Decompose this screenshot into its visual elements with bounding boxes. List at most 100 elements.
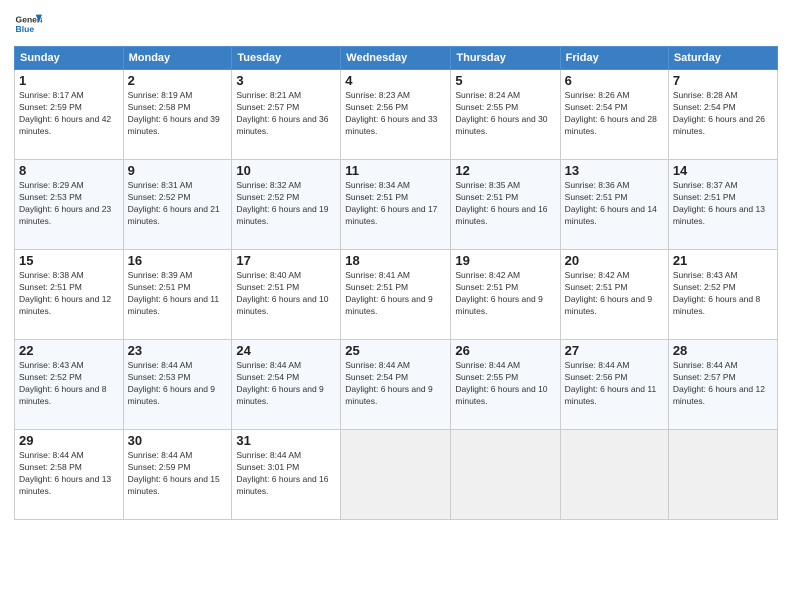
- day-number: 12: [455, 163, 555, 178]
- sunset-label: Sunset: 2:57 PM: [236, 102, 299, 112]
- daylight-label: Daylight: 6 hours and 9 minutes.: [128, 384, 215, 406]
- day-info: Sunrise: 8:21 AM Sunset: 2:57 PM Dayligh…: [236, 90, 336, 138]
- sunset-label: Sunset: 2:51 PM: [565, 282, 628, 292]
- calendar-cell: 14 Sunrise: 8:37 AM Sunset: 2:51 PM Dayl…: [668, 160, 777, 250]
- calendar-cell: 8 Sunrise: 8:29 AM Sunset: 2:53 PM Dayli…: [15, 160, 124, 250]
- sunrise-label: Sunrise: 8:44 AM: [236, 360, 301, 370]
- sunset-label: Sunset: 2:51 PM: [345, 192, 408, 202]
- day-number: 14: [673, 163, 773, 178]
- daylight-label: Daylight: 6 hours and 8 minutes.: [673, 294, 760, 316]
- day-number: 15: [19, 253, 119, 268]
- day-info: Sunrise: 8:29 AM Sunset: 2:53 PM Dayligh…: [19, 180, 119, 228]
- sunset-label: Sunset: 2:52 PM: [236, 192, 299, 202]
- sunrise-label: Sunrise: 8:34 AM: [345, 180, 410, 190]
- sunrise-label: Sunrise: 8:21 AM: [236, 90, 301, 100]
- calendar-cell: 17 Sunrise: 8:40 AM Sunset: 2:51 PM Dayl…: [232, 250, 341, 340]
- sunrise-label: Sunrise: 8:17 AM: [19, 90, 84, 100]
- sunset-label: Sunset: 2:58 PM: [128, 102, 191, 112]
- sunset-label: Sunset: 2:54 PM: [673, 102, 736, 112]
- daylight-label: Daylight: 6 hours and 9 minutes.: [236, 384, 323, 406]
- day-info: Sunrise: 8:40 AM Sunset: 2:51 PM Dayligh…: [236, 270, 336, 318]
- day-info: Sunrise: 8:44 AM Sunset: 2:54 PM Dayligh…: [236, 360, 336, 408]
- calendar-week-row: 1 Sunrise: 8:17 AM Sunset: 2:59 PM Dayli…: [15, 70, 778, 160]
- sunset-label: Sunset: 2:51 PM: [19, 282, 82, 292]
- sunset-label: Sunset: 3:01 PM: [236, 462, 299, 472]
- calendar-cell: 18 Sunrise: 8:41 AM Sunset: 2:51 PM Dayl…: [341, 250, 451, 340]
- day-info: Sunrise: 8:32 AM Sunset: 2:52 PM Dayligh…: [236, 180, 336, 228]
- daylight-label: Daylight: 6 hours and 10 minutes.: [236, 294, 328, 316]
- sunrise-label: Sunrise: 8:42 AM: [565, 270, 630, 280]
- daylight-label: Daylight: 6 hours and 19 minutes.: [236, 204, 328, 226]
- day-info: Sunrise: 8:31 AM Sunset: 2:52 PM Dayligh…: [128, 180, 228, 228]
- sunset-label: Sunset: 2:55 PM: [455, 102, 518, 112]
- sunset-label: Sunset: 2:53 PM: [128, 372, 191, 382]
- sunrise-label: Sunrise: 8:29 AM: [19, 180, 84, 190]
- sunrise-label: Sunrise: 8:44 AM: [128, 360, 193, 370]
- day-info: Sunrise: 8:23 AM Sunset: 2:56 PM Dayligh…: [345, 90, 446, 138]
- sunrise-label: Sunrise: 8:40 AM: [236, 270, 301, 280]
- day-number: 6: [565, 73, 664, 88]
- logo-icon: General Blue: [14, 10, 42, 38]
- daylight-label: Daylight: 6 hours and 21 minutes.: [128, 204, 220, 226]
- sunrise-label: Sunrise: 8:37 AM: [673, 180, 738, 190]
- calendar-header-thursday: Thursday: [451, 47, 560, 70]
- day-info: Sunrise: 8:44 AM Sunset: 2:53 PM Dayligh…: [128, 360, 228, 408]
- calendar-week-row: 8 Sunrise: 8:29 AM Sunset: 2:53 PM Dayli…: [15, 160, 778, 250]
- day-number: 10: [236, 163, 336, 178]
- sunset-label: Sunset: 2:51 PM: [455, 282, 518, 292]
- day-info: Sunrise: 8:39 AM Sunset: 2:51 PM Dayligh…: [128, 270, 228, 318]
- calendar-week-row: 22 Sunrise: 8:43 AM Sunset: 2:52 PM Dayl…: [15, 340, 778, 430]
- day-number: 13: [565, 163, 664, 178]
- daylight-label: Daylight: 6 hours and 30 minutes.: [455, 114, 547, 136]
- day-info: Sunrise: 8:36 AM Sunset: 2:51 PM Dayligh…: [565, 180, 664, 228]
- calendar-cell: [560, 430, 668, 520]
- daylight-label: Daylight: 6 hours and 12 minutes.: [19, 294, 111, 316]
- day-number: 2: [128, 73, 228, 88]
- calendar-cell: 3 Sunrise: 8:21 AM Sunset: 2:57 PM Dayli…: [232, 70, 341, 160]
- calendar-header-sunday: Sunday: [15, 47, 124, 70]
- sunrise-label: Sunrise: 8:28 AM: [673, 90, 738, 100]
- day-info: Sunrise: 8:43 AM Sunset: 2:52 PM Dayligh…: [673, 270, 773, 318]
- day-number: 25: [345, 343, 446, 358]
- day-number: 17: [236, 253, 336, 268]
- sunrise-label: Sunrise: 8:24 AM: [455, 90, 520, 100]
- calendar-cell: 22 Sunrise: 8:43 AM Sunset: 2:52 PM Dayl…: [15, 340, 124, 430]
- sunset-label: Sunset: 2:54 PM: [565, 102, 628, 112]
- sunrise-label: Sunrise: 8:44 AM: [19, 450, 84, 460]
- calendar-cell: 31 Sunrise: 8:44 AM Sunset: 3:01 PM Dayl…: [232, 430, 341, 520]
- sunset-label: Sunset: 2:51 PM: [236, 282, 299, 292]
- sunrise-label: Sunrise: 8:44 AM: [128, 450, 193, 460]
- daylight-label: Daylight: 6 hours and 12 minutes.: [673, 384, 765, 406]
- sunrise-label: Sunrise: 8:38 AM: [19, 270, 84, 280]
- calendar-header-friday: Friday: [560, 47, 668, 70]
- daylight-label: Daylight: 6 hours and 10 minutes.: [455, 384, 547, 406]
- daylight-label: Daylight: 6 hours and 17 minutes.: [345, 204, 437, 226]
- day-info: Sunrise: 8:44 AM Sunset: 2:57 PM Dayligh…: [673, 360, 773, 408]
- sunrise-label: Sunrise: 8:43 AM: [673, 270, 738, 280]
- calendar-cell: 27 Sunrise: 8:44 AM Sunset: 2:56 PM Dayl…: [560, 340, 668, 430]
- calendar-cell: 9 Sunrise: 8:31 AM Sunset: 2:52 PM Dayli…: [123, 160, 232, 250]
- calendar-cell: 2 Sunrise: 8:19 AM Sunset: 2:58 PM Dayli…: [123, 70, 232, 160]
- sunrise-label: Sunrise: 8:44 AM: [455, 360, 520, 370]
- daylight-label: Daylight: 6 hours and 9 minutes.: [345, 294, 432, 316]
- day-info: Sunrise: 8:44 AM Sunset: 2:55 PM Dayligh…: [455, 360, 555, 408]
- daylight-label: Daylight: 6 hours and 28 minutes.: [565, 114, 657, 136]
- sunrise-label: Sunrise: 8:43 AM: [19, 360, 84, 370]
- sunset-label: Sunset: 2:52 PM: [128, 192, 191, 202]
- sunset-label: Sunset: 2:51 PM: [565, 192, 628, 202]
- header: General Blue: [14, 10, 778, 38]
- calendar-cell: 1 Sunrise: 8:17 AM Sunset: 2:59 PM Dayli…: [15, 70, 124, 160]
- calendar-cell: 26 Sunrise: 8:44 AM Sunset: 2:55 PM Dayl…: [451, 340, 560, 430]
- day-number: 9: [128, 163, 228, 178]
- sunrise-label: Sunrise: 8:31 AM: [128, 180, 193, 190]
- daylight-label: Daylight: 6 hours and 8 minutes.: [19, 384, 106, 406]
- day-number: 8: [19, 163, 119, 178]
- day-info: Sunrise: 8:19 AM Sunset: 2:58 PM Dayligh…: [128, 90, 228, 138]
- day-number: 4: [345, 73, 446, 88]
- day-number: 27: [565, 343, 664, 358]
- calendar-cell: 25 Sunrise: 8:44 AM Sunset: 2:54 PM Dayl…: [341, 340, 451, 430]
- daylight-label: Daylight: 6 hours and 16 minutes.: [455, 204, 547, 226]
- daylight-label: Daylight: 6 hours and 39 minutes.: [128, 114, 220, 136]
- sunset-label: Sunset: 2:51 PM: [345, 282, 408, 292]
- sunset-label: Sunset: 2:54 PM: [236, 372, 299, 382]
